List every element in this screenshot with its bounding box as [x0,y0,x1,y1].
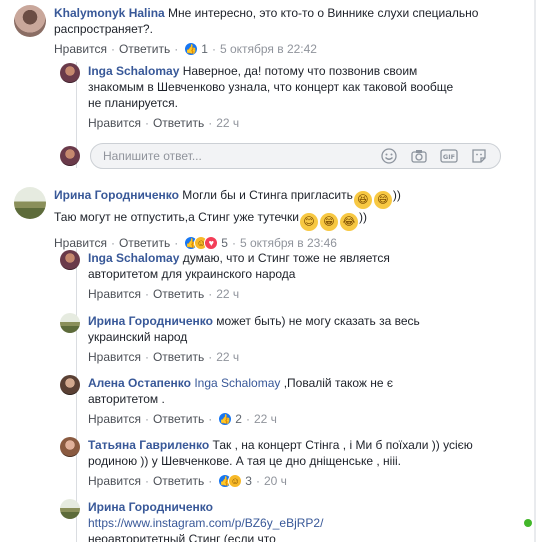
reaction-count: 5 [221,236,228,250]
comment-actions: Нравится · Ответить · 22 ч [88,286,240,302]
reaction-count: 3 [245,474,252,488]
avatar[interactable] [60,499,80,519]
like-link[interactable]: Нравится [88,115,141,131]
comment-text: Могли бы и Стинга пригласить [182,188,353,202]
reply-link[interactable]: Ответить [153,411,204,427]
timestamp[interactable]: 22 ч [216,115,239,131]
reply-input[interactable] [103,149,380,163]
reaction-summary[interactable]: 👍 1 [184,41,208,57]
like-link[interactable]: Нравится [54,41,107,57]
reply: Ирина Городниченко https://www.instagram… [60,499,468,542]
comment-actions: Нравится · Ответить · 👍 2 · 22 ч [88,411,277,427]
comment-actions: Нравится · Ответить · 👍 ☺ 3 · 20 ч [88,473,287,489]
like-icon: 👍 [184,42,199,56]
comment: Ирина Городниченко Могли бы и Стинга при… [14,187,494,251]
reaction-summary[interactable]: 👍 ☺ ♥ 5 [184,235,228,251]
reply-input-box: GIF [90,143,501,169]
comment-actions: Нравится · Ответить · 👍 ☺ ♥ 5 · 5 октября в 23… [54,235,337,251]
reaction-summary[interactable]: 👍 2 [218,411,242,427]
comment-actions: Нравится · Ответить · 22 ч [88,115,240,131]
like-link[interactable]: Нравится [54,235,107,251]
reply: Inga Schalomay Наверное, да! потому что … [60,63,458,131]
heart-icon: ♥ [204,236,219,250]
haha-icon: ☺ [228,474,243,488]
current-user-avatar [60,146,80,166]
gif-icon[interactable]: GIF [440,147,458,165]
timestamp[interactable]: 22 ч [216,286,239,302]
reaction-count: 1 [201,42,208,56]
mention-link[interactable]: Inga Schalomay [194,376,280,390]
reply-link[interactable]: Ответить [153,115,204,131]
grinning-emoji-icon: 😄 [373,191,392,209]
avatar[interactable] [60,313,80,333]
avatar[interactable] [60,375,80,395]
comment-author[interactable]: Inga Schalomay [88,64,179,78]
comment-author[interactable]: Khalymonyk Halina [54,6,165,20]
timestamp[interactable]: 20 ч [264,473,287,489]
blush-emoji-icon: 😊 [299,213,318,231]
reaction-summary[interactable]: 👍 ☺ 3 [218,473,252,489]
avatar[interactable] [60,250,80,270]
comment-actions: Нравится · Ответить · 22 ч [88,349,240,365]
comment-text-end: )) [358,210,367,224]
sticker-icon[interactable] [470,147,488,165]
reply-link[interactable]: Ответить [153,473,204,489]
comment-author[interactable]: Ирина Городниченко [88,314,213,328]
reply-link[interactable]: Ответить [153,286,204,302]
reply: Inga Schalomay думаю, что и Стинг тоже н… [60,250,428,302]
like-link[interactable]: Нравится [88,286,141,302]
grin-emoji-icon: 😁 [319,213,338,231]
joy-emoji-icon: 😂 [339,213,358,231]
comment-author[interactable]: Алена Остапенко [88,376,191,390]
comment-author[interactable]: Inga Schalomay [88,251,179,265]
timestamp[interactable]: 22 ч [216,349,239,365]
laughing-emoji-icon: 😆 [353,191,372,209]
reply: Алена Остапенко Inga Schalomay ,Повалій … [60,375,458,427]
avatar[interactable] [14,5,46,37]
timestamp[interactable]: 22 ч [254,411,277,427]
timestamp[interactable]: 5 октября в 23:46 [240,235,337,251]
comment-author[interactable]: Ирина Городниченко [54,188,179,202]
avatar[interactable] [60,63,80,83]
avatar[interactable] [14,187,46,219]
timestamp[interactable]: 5 октября в 22:42 [220,41,317,57]
smiley-icon[interactable] [380,147,398,165]
reply: Ирина Городниченко может быть) не могу с… [60,313,448,365]
comment-text: неоавторитетный Стинг (если что [88,532,276,542]
reply-link[interactable]: Ответить [119,235,170,251]
comment-text-line2: Таю могут не отпустить,а Стинг уже тутеч… [54,210,299,224]
like-link[interactable]: Нравится [88,349,141,365]
comment: Khalymonyk Halina Мне интересно, это кто… [14,5,494,57]
like-link[interactable]: Нравится [88,473,141,489]
online-status-dot [524,519,532,527]
avatar[interactable] [60,437,80,457]
comment-author[interactable]: Татьяна Гавриленко [88,438,209,452]
svg-text:GIF: GIF [443,153,455,161]
reaction-count: 2 [235,412,242,426]
comment-author[interactable]: Ирина Городниченко [88,500,213,514]
reply-link[interactable]: Ответить [153,349,204,365]
comment-actions: Нравится · Ответить · 👍 1 · 5 октября в 22:4… [54,41,317,57]
like-icon: 👍 [218,412,233,426]
reply-link[interactable]: Ответить [119,41,170,57]
comment-text-end: )) [392,188,401,202]
instagram-link[interactable]: https://www.instagram.com/p/BZ6y_eBjRP2/ [88,516,323,530]
reply: Татьяна Гавриленко Так , на концерт Стін… [60,437,488,489]
like-link[interactable]: Нравится [88,411,141,427]
camera-icon[interactable] [410,147,428,165]
